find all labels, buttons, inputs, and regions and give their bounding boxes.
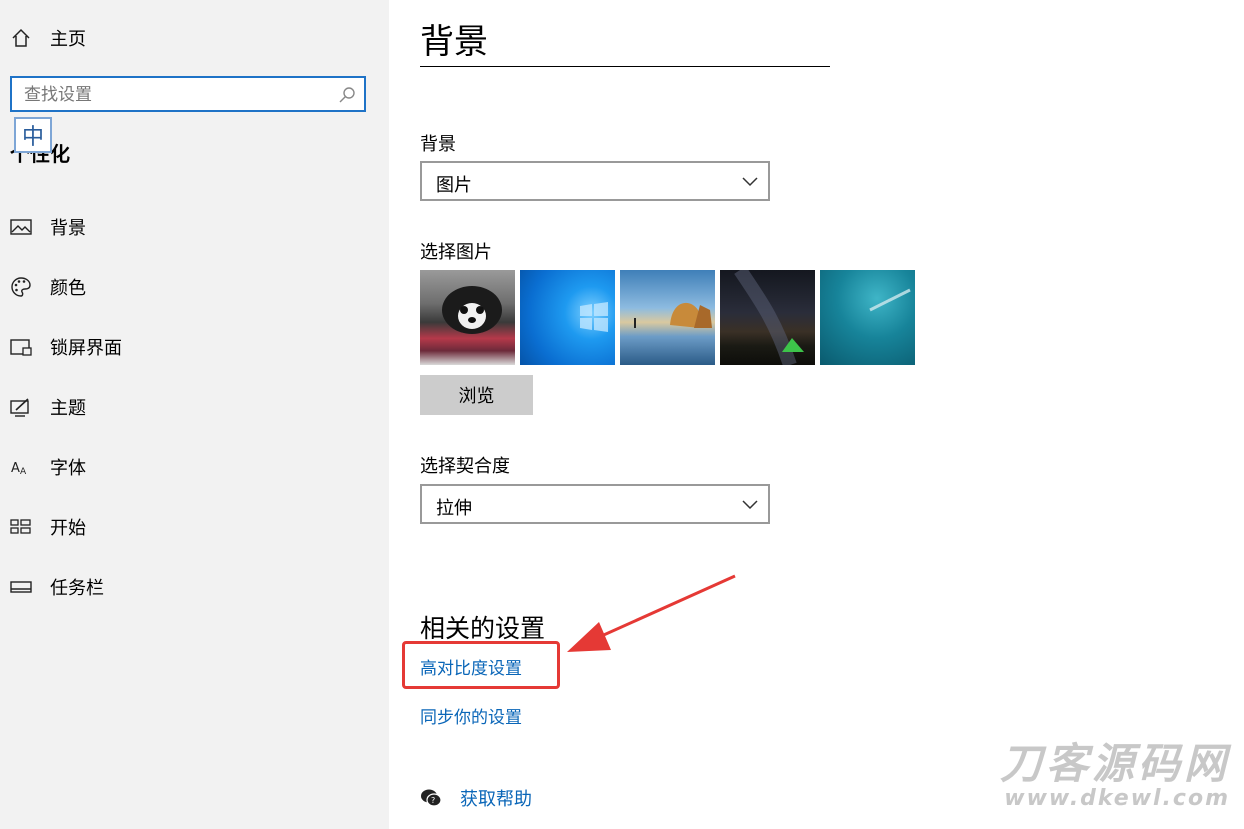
thumbnail-beach[interactable] — [620, 270, 715, 365]
home-label: 主页 — [50, 29, 86, 50]
main-content: 背景 背景 图片 选择图片 浏览 选择契合度 拉伸 相关的设置 高对比度设置 同… — [389, 0, 1244, 829]
sidebar-item-label: 任务栏 — [50, 578, 104, 599]
get-help-link[interactable]: ? 获取帮助 — [420, 785, 532, 811]
night-tent-picture — [734, 270, 804, 365]
thumbnail-dog[interactable] — [420, 270, 515, 365]
sidebar-item-label: 字体 — [50, 458, 86, 479]
browse-button[interactable]: 浏览 — [420, 375, 533, 415]
watermark-title: 刀客源码网 — [999, 739, 1230, 788]
font-icon: A A — [11, 461, 27, 477]
sidebar-item-label: 背景 — [50, 218, 86, 239]
sidebar-item-label: 开始 — [50, 518, 86, 539]
help-chat-icon: ? — [421, 789, 442, 807]
svg-text:A: A — [20, 467, 27, 477]
underwater-swimmer-picture — [869, 288, 911, 312]
sidebar-item-background[interactable]: 背景 — [10, 212, 86, 242]
red-arrow-annotation — [567, 574, 736, 652]
page-title: 背景 — [420, 22, 488, 62]
picture-thumbnails — [420, 270, 920, 365]
sync-settings-link[interactable]: 同步你的设置 — [420, 703, 522, 728]
search-icon[interactable] — [338, 86, 356, 104]
home-icon — [12, 28, 30, 47]
sidebar-item-lock-screen[interactable]: 锁屏界面 — [10, 332, 122, 362]
dog-picture — [442, 286, 502, 334]
taskbar-icon — [10, 581, 32, 593]
get-help-label: 获取帮助 — [460, 789, 532, 810]
related-settings-title: 相关的设置 — [420, 614, 546, 643]
start-icon — [10, 519, 31, 534]
thumbnail-underwater[interactable] — [820, 270, 915, 365]
svg-text:A: A — [11, 461, 20, 476]
chevron-down-icon — [742, 177, 758, 187]
background-dropdown-value: 图片 — [436, 175, 472, 196]
fit-dropdown[interactable]: 拉伸 — [420, 484, 770, 524]
thumbnail-night-sky[interactable] — [720, 270, 815, 365]
sidebar-item-label: 颜色 — [50, 278, 86, 299]
thumbnail-windows[interactable] — [520, 270, 615, 365]
fit-dropdown-value: 拉伸 — [436, 498, 472, 519]
sidebar-item-start[interactable]: 开始 — [10, 512, 86, 542]
search-box[interactable] — [10, 76, 366, 112]
beach-rock-picture — [634, 302, 712, 328]
title-divider — [420, 66, 830, 67]
theme-icon — [10, 398, 29, 417]
lock-screen-icon — [10, 339, 32, 356]
chevron-down-icon — [742, 500, 758, 510]
sidebar-item-fonts[interactable]: A A 字体 — [10, 452, 86, 482]
choose-picture-label: 选择图片 — [420, 242, 492, 263]
sidebar-item-label: 锁屏界面 — [50, 338, 122, 359]
sidebar-item-taskbar[interactable]: 任务栏 — [10, 572, 104, 602]
high-contrast-link[interactable]: 高对比度设置 — [420, 654, 522, 679]
palette-icon — [11, 277, 31, 297]
watermark: 刀客源码网 www.dkewl.com — [999, 739, 1230, 812]
watermark-url: www.dkewl.com — [1004, 786, 1230, 811]
background-label: 背景 — [420, 134, 456, 155]
sidebar: 主页 个性化 中 背景 颜色 锁屏界面 — [0, 0, 389, 829]
windows-logo-picture — [580, 302, 608, 332]
fit-label: 选择契合度 — [420, 456, 510, 477]
search-input[interactable] — [24, 83, 324, 107]
picture-icon — [10, 219, 32, 235]
svg-text:?: ? — [431, 796, 435, 805]
sidebar-item-color[interactable]: 颜色 — [10, 272, 86, 302]
sidebar-item-themes[interactable]: 主题 — [10, 392, 86, 422]
sidebar-item-label: 主题 — [50, 398, 86, 419]
ime-indicator[interactable]: 中 — [14, 117, 52, 153]
background-dropdown[interactable]: 图片 — [420, 161, 770, 201]
home-nav-item[interactable]: 主页 — [10, 24, 86, 52]
